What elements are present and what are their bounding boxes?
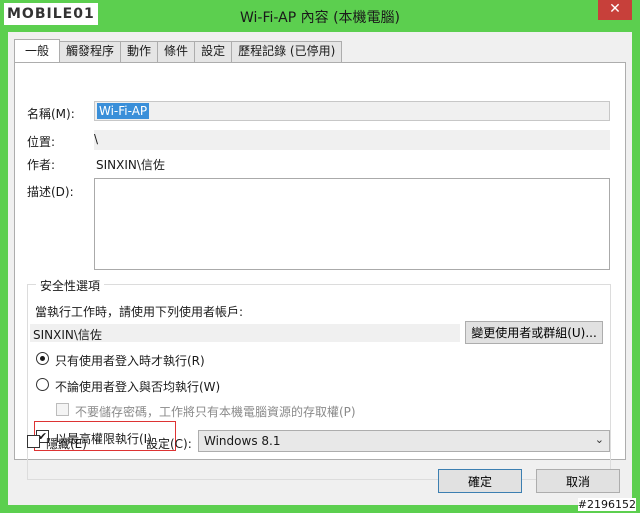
- tab-strip: 一般 觸發程序 動作 條件 設定 歷程記錄 (已停用): [14, 39, 343, 62]
- dialog-client-area: 一般 觸發程序 動作 條件 設定 歷程記錄 (已停用) 名稱(M): Wi-Fi…: [8, 32, 632, 505]
- chevron-down-icon: ⌄: [594, 433, 604, 446]
- tab-general[interactable]: 一般: [14, 39, 61, 62]
- configure-for-label: 設定(C):: [146, 437, 192, 451]
- tab-history[interactable]: 歷程記錄 (已停用): [231, 41, 343, 62]
- radio-run-whether-logged-on[interactable]: [36, 378, 49, 391]
- author-label: 作者:: [27, 158, 56, 172]
- tab-triggers[interactable]: 觸發程序: [59, 41, 122, 62]
- dont-store-password-checkbox: [56, 403, 69, 416]
- configure-for-select[interactable]: Windows 8.1 ⌄: [198, 430, 610, 452]
- name-input[interactable]: Wi-Fi-AP: [94, 101, 610, 121]
- title-bar[interactable]: MOBILE01 Wi-Fi-AP 內容 (本機電腦) ✕: [0, 0, 640, 32]
- configure-for-value: Windows 8.1: [204, 434, 281, 448]
- window-title: Wi-Fi-AP 內容 (本機電腦): [240, 10, 400, 26]
- tab-conditions[interactable]: 條件: [157, 41, 196, 62]
- dont-store-password-label: 不要儲存密碼，工作將只有本機電腦資源的存取權(P): [75, 405, 356, 419]
- name-value: Wi-Fi-AP: [97, 103, 150, 119]
- run-as-prompt: 當執行工作時，請使用下列使用者帳戶:: [35, 305, 244, 319]
- change-user-button[interactable]: 變更使用者或群組(U)...: [465, 321, 603, 344]
- user-account-field: SINXIN\信佐: [30, 324, 460, 342]
- properties-window: MOBILE01 Wi-Fi-AP 內容 (本機電腦) ✕ 一般 觸發程序 動作…: [0, 0, 640, 513]
- hidden-label[interactable]: 隱藏(E): [46, 435, 87, 452]
- radio-run-only-logged-on[interactable]: [36, 352, 49, 365]
- location-label: 位置:: [27, 135, 56, 149]
- radio-run-only-logged-on-label[interactable]: 只有使用者登入時才執行(R): [55, 352, 205, 369]
- tab-settings[interactable]: 設定: [194, 41, 233, 62]
- close-icon: ✕: [609, 1, 621, 17]
- description-textarea[interactable]: [94, 178, 610, 270]
- user-account-value: SINXIN\信佐: [33, 328, 102, 342]
- radio-run-whether-logged-on-label[interactable]: 不論使用者登入與否均執行(W): [55, 378, 220, 395]
- watermark-id: #2196152: [577, 498, 636, 511]
- cancel-button[interactable]: 取消: [536, 469, 620, 493]
- name-label: 名稱(M):: [27, 107, 75, 121]
- security-options-legend: 安全性選項: [36, 277, 105, 294]
- hidden-checkbox[interactable]: [27, 435, 40, 448]
- location-field: \: [94, 130, 610, 150]
- author-value: SINXIN\信佐: [96, 158, 165, 172]
- close-button[interactable]: ✕: [598, 0, 632, 20]
- location-value: \: [94, 132, 99, 146]
- general-tab-panel: 名稱(M): Wi-Fi-AP 位置: \ 作者: SINXIN\信佐 描述(D…: [14, 62, 626, 480]
- tab-actions[interactable]: 動作: [120, 41, 159, 62]
- description-label: 描述(D):: [27, 185, 74, 199]
- ok-button[interactable]: 確定: [438, 469, 522, 493]
